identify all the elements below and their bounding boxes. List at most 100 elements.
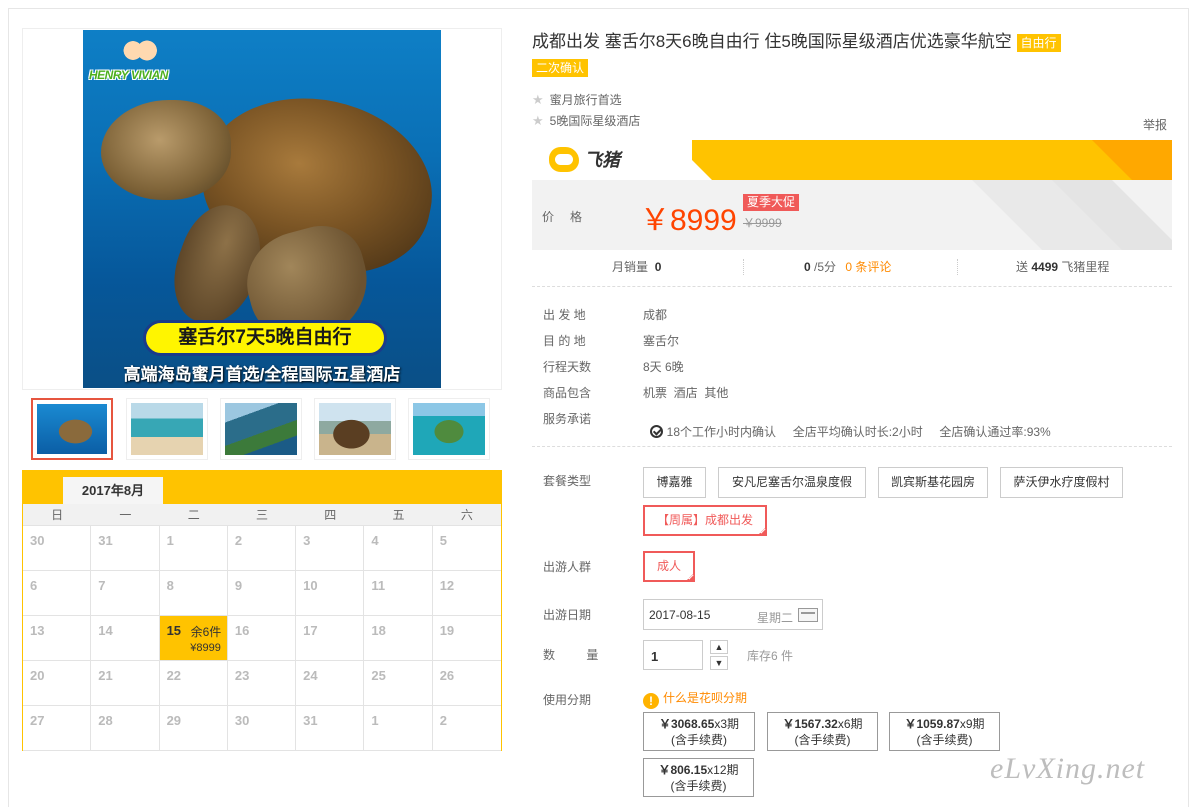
installment-option[interactable]: ￥3068.65x3期 (含手续费) [643, 712, 755, 751]
info-warning-icon: ! [643, 693, 659, 709]
main-product-image[interactable]: HENRY VIVIAN 塞舌尔7天5晚自由行 高端海岛蜜月首选/全程国际五星酒… [22, 28, 502, 390]
turtle-head-shape [101, 100, 231, 200]
thumbnail-giant-tortoise[interactable] [314, 398, 396, 460]
feature-item: ★ 蜜月旅行首选 [532, 91, 622, 108]
thumbnail-turtle[interactable] [31, 398, 113, 460]
info-label: 目 的 地 [543, 334, 586, 348]
date-picker-input[interactable]: 2017-08-15 星期二 [643, 599, 823, 630]
calendar-day: 14 [91, 616, 160, 661]
installment-period: x12期 [707, 763, 739, 777]
calendar-day: 18 [364, 616, 433, 661]
thumbnail-resort-island[interactable] [408, 398, 490, 460]
check-circle-icon [649, 425, 663, 438]
calendar-day-selected[interactable]: 15 余6件 ¥8999 [159, 616, 228, 661]
original-price: ￥9999 [743, 216, 782, 230]
installment-option[interactable]: ￥1059.87x9期 (含手续费) [889, 712, 1000, 751]
image-banner: 塞舌尔7天5晚自由行 [143, 320, 387, 356]
package-option[interactable]: 博嘉雅 [643, 467, 706, 498]
calendar-month[interactable]: 2017年8月 [63, 477, 163, 504]
feature-text: 蜜月旅行首选 [549, 93, 622, 107]
huabei-help-link[interactable]: ! 什么是花呗分期 [643, 689, 747, 709]
installment-period: x6期 [837, 717, 863, 731]
monthly-sales: 月销量 0 [612, 254, 661, 280]
monthly-sales-value: 0 [654, 260, 662, 274]
calendar-day: 23 [227, 661, 297, 706]
thumbnail-beach-rocks[interactable] [126, 398, 208, 460]
quantity-increase-button[interactable]: ▲ [710, 640, 728, 654]
weekday-label: 日 [51, 508, 64, 522]
calendar-day: 19 [432, 616, 501, 661]
installment-option[interactable]: ￥806.15x12期 (含手续费) [643, 758, 754, 797]
package-option-selected[interactable]: 【周属】成都出发 [643, 505, 767, 536]
points-reward: 送 4499 飞猪里程 [1016, 254, 1109, 280]
logo-text: HENRY VIVIAN [89, 68, 168, 82]
calendar-icon[interactable] [798, 608, 818, 622]
group-label: 出游人群 [543, 560, 592, 574]
stats-bar: 月销量 0 0 /5分 0 条评论 送 4499 飞猪里程 [532, 254, 1172, 287]
package-option[interactable]: 安凡尼塞舌尔温泉度假 [718, 467, 866, 498]
calendar-day: 11 [364, 571, 433, 616]
huabei-link-text: 什么是花呗分期 [663, 691, 748, 705]
weekday-label: 一 [119, 508, 132, 522]
star-icon: ★ [532, 92, 544, 107]
watermark-text: eLvXing.net [990, 752, 1146, 785]
info-value-departure: 成都 [643, 308, 668, 322]
info-value-duration: 8天 6晚 [643, 360, 684, 374]
package-option[interactable]: 萨沃伊水疗度假村 [1000, 467, 1123, 498]
divider [532, 446, 1172, 447]
calendar-weekdays: 日 一 二 三 四 五 六 [23, 504, 501, 526]
installment-amount: ￥1059.87 [904, 717, 960, 731]
calendar-day: 8 [159, 571, 228, 616]
calendar-day: 27 [23, 706, 92, 751]
calendar-day: 20 [23, 661, 92, 706]
calendar-day: 4 [364, 526, 433, 571]
report-link[interactable]: 举报 [1143, 116, 1167, 133]
service-promise-text: 18个工作小时内确认 全店平均确认时长:2小时 全店确认通过率:93% [666, 425, 1051, 439]
info-label: 行程天数 [543, 360, 592, 374]
thumbnail-island-coast[interactable] [220, 398, 302, 460]
calendar-day: 2 [432, 706, 501, 751]
calendar-day: 22 [159, 661, 228, 706]
calendar-day: 31 [296, 706, 365, 751]
turtle-photo: HENRY VIVIAN 塞舌尔7天5晚自由行 高端海岛蜜月首选/全程国际五星酒… [83, 30, 441, 388]
package-option[interactable]: 凯宾斯基花园房 [878, 467, 988, 498]
installment-fee: (含手续费) [916, 733, 973, 747]
calendar-day: 24 [296, 661, 365, 706]
quantity-decrease-button[interactable]: ▼ [710, 656, 728, 670]
group-option-selected[interactable]: 成人 [643, 551, 695, 582]
date-label: 出游日期 [543, 608, 592, 622]
selected-day-stock: 余6件 [190, 625, 222, 639]
calendar-day: 28 [91, 706, 160, 751]
info-label: 服务承诺 [543, 412, 592, 426]
calendar-day: 30 [227, 706, 297, 751]
calendar-day: 13 [23, 616, 92, 661]
info-value-service: 18个工作小时内确认 全店平均确认时长:2小时 全店确认通过率:93% [643, 409, 1051, 440]
image-subtitle: 高端海岛蜜月首选/全程国际五星酒店 [123, 365, 401, 384]
info-label: 出 发 地 [543, 308, 586, 322]
weekday-label: 六 [460, 508, 473, 522]
price-box: 价格 ￥8999 夏季大促 ￥9999 [532, 180, 1172, 250]
calendar-day: 30 [23, 526, 92, 571]
installment-period: x9期 [959, 717, 985, 731]
installment-option[interactable]: ￥1567.32x6期 (含手续费) [767, 712, 878, 751]
calendar-day: 2 [227, 526, 297, 571]
installment-amount: ￥1567.32 [782, 717, 838, 731]
reviews-link[interactable]: 0 条评论 [845, 260, 891, 274]
promo-badge: 夏季大促 [743, 194, 800, 211]
points-suffix: 飞猪里程 [1061, 260, 1110, 274]
calendar-day: 17 [296, 616, 365, 661]
calendar-day: 26 [432, 661, 501, 706]
info-label: 商品包含 [543, 386, 592, 400]
fliggy-pig-icon [549, 147, 579, 172]
installment-fee: (含手续费) [670, 779, 727, 793]
calendar-day: 21 [91, 661, 160, 706]
calendar-day: 1 [364, 706, 433, 751]
product-title-text: 成都出发 塞舌尔8天6晚自由行 住5晚国际星级酒店优选豪华航空 [532, 32, 1012, 51]
selected-day-number: 15 [166, 623, 182, 638]
price-label: 价格 [542, 210, 599, 224]
calendar-grid: 30 31 1 2 3 4 5 6 7 8 9 10 11 12 13 14 1… [23, 526, 501, 751]
calendar-day: 3 [296, 526, 365, 571]
calendar-day: 16 [227, 616, 297, 661]
tag-free-travel: 自由行 [1016, 33, 1061, 52]
quantity-input[interactable]: 1 [643, 640, 703, 670]
